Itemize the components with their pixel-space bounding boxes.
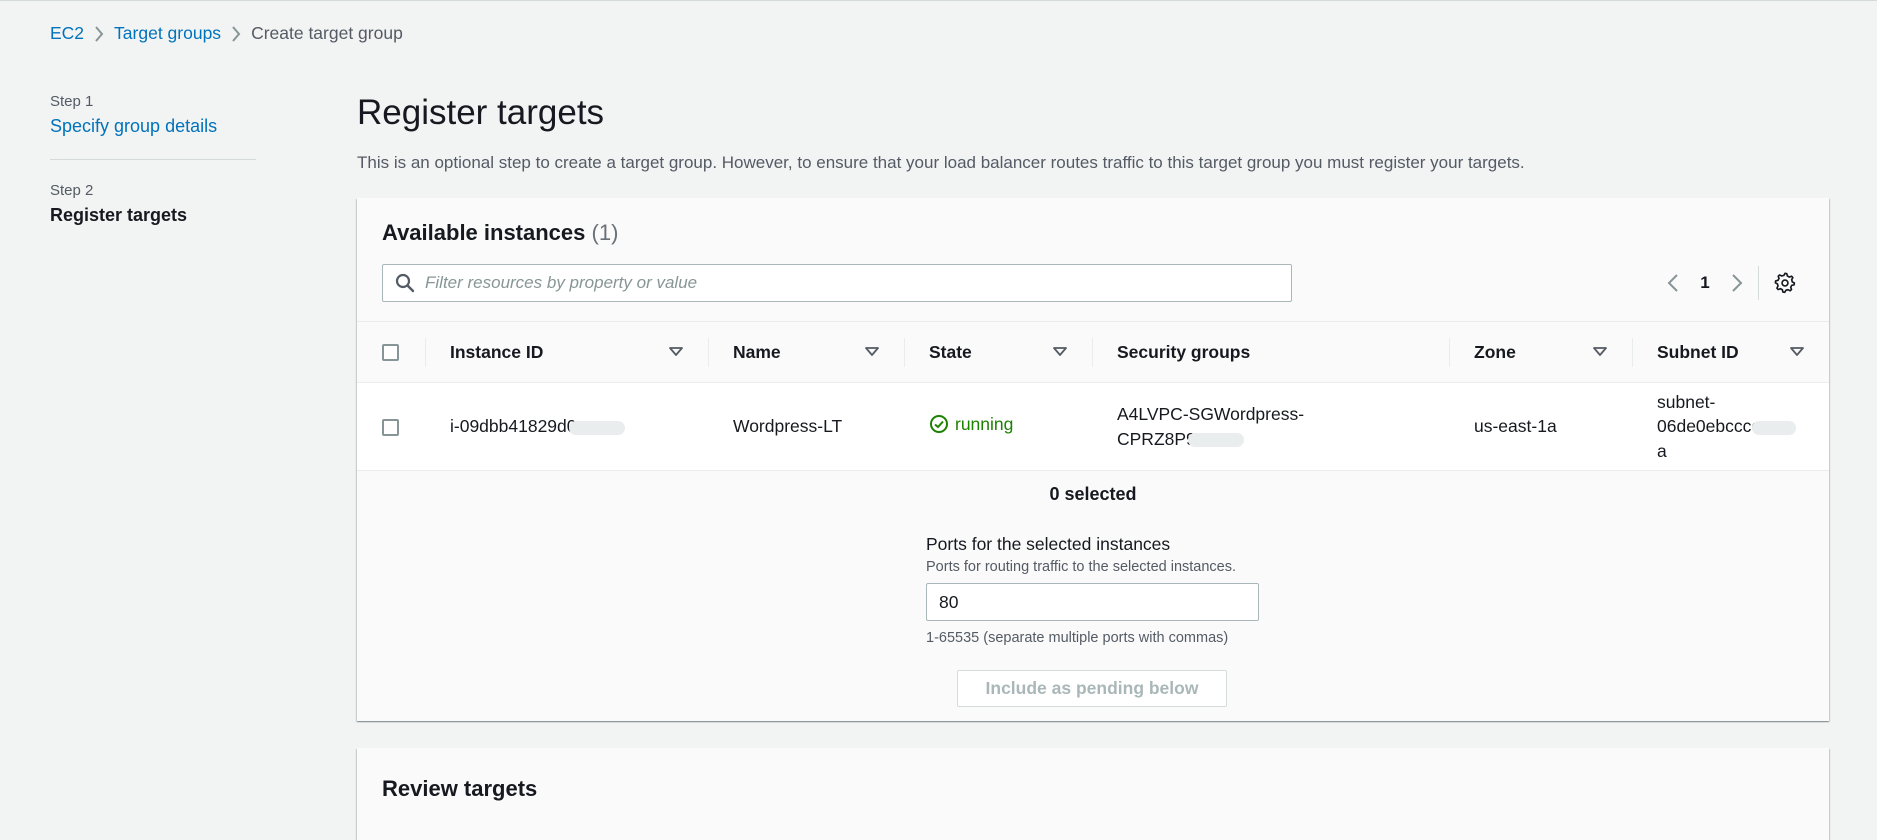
chevron-right-icon — [221, 25, 251, 42]
redacted-mask — [1752, 420, 1797, 435]
row-checkbox[interactable] — [382, 419, 399, 437]
selected-count: 0 selected — [1049, 484, 1137, 504]
available-instances-panel: Available instances (1) 1 — [357, 198, 1829, 721]
step-1-link[interactable]: Specify group details — [50, 116, 256, 137]
breadcrumb-current: Create target group — [251, 23, 403, 43]
security-group-line: A4LVPC-SGWordpress- — [1117, 404, 1305, 424]
cell-zone: us-east-1a — [1449, 382, 1632, 471]
chevron-left-icon[interactable] — [1656, 264, 1690, 302]
filter-row: 1 — [382, 264, 1804, 302]
ports-hint: 1-65535 (separate multiple ports with co… — [926, 630, 1229, 646]
page-title: Register targets — [357, 93, 605, 132]
breadcrumb-target-groups[interactable]: Target groups — [114, 23, 221, 44]
column-state[interactable]: State — [904, 321, 1092, 383]
security-group-line: CPRZ8P9 — [1117, 428, 1196, 449]
review-targets-panel: Review targets — [357, 748, 1829, 840]
cell-subnet-id: subnet- 06de0ebcccc a — [1632, 382, 1829, 471]
column-label: Name — [733, 341, 781, 362]
table-row[interactable]: i-09dbb41829d0 Wordpress-LT running A4LV… — [357, 382, 1829, 471]
check-circle-icon — [930, 415, 948, 434]
available-instances-title: Available instances (1) — [382, 220, 1804, 246]
instances-table: Instance ID Name State Security groups Z… — [357, 321, 1829, 471]
sort-down-icon — [1593, 347, 1607, 356]
current-page[interactable]: 1 — [1690, 273, 1720, 293]
search-icon — [395, 273, 415, 293]
review-targets-title: Review targets — [382, 776, 538, 801]
wizard-steps: Step 1 Specify group details Step 2 Regi… — [50, 93, 256, 226]
select-all-header — [357, 321, 425, 383]
ports-input[interactable] — [926, 583, 1259, 621]
sort-down-icon — [1053, 347, 1067, 356]
cell-name: Wordpress-LT — [708, 382, 904, 471]
cell-instance-id: i-09dbb41829d0 — [425, 382, 708, 471]
step-divider — [50, 159, 256, 160]
column-subnet-id[interactable]: Subnet ID — [1632, 321, 1829, 383]
column-label: Security groups — [1117, 341, 1251, 362]
column-label: Subnet ID — [1657, 341, 1739, 362]
available-instances-heading: Available instances — [382, 220, 586, 245]
column-zone[interactable]: Zone — [1449, 321, 1632, 383]
sort-down-icon — [865, 347, 879, 356]
select-all-checkbox[interactable] — [382, 344, 399, 362]
filter-input[interactable] — [425, 273, 1291, 293]
include-pending-button[interactable]: Include as pending below — [957, 670, 1227, 707]
ports-block: Ports for the selected instances Ports f… — [926, 534, 1266, 646]
subnet-line: 06de0ebcccc — [1657, 416, 1761, 437]
state-text: running — [955, 414, 1014, 435]
chevron-right-icon[interactable] — [1720, 264, 1754, 302]
pagination: 1 — [1656, 264, 1754, 302]
step-2-label: Step 2 — [50, 182, 94, 199]
subnet-line: a — [1657, 440, 1667, 461]
chevron-right-icon — [84, 25, 114, 42]
ports-label: Ports for the selected instances — [926, 534, 1171, 554]
column-instance-id[interactable]: Instance ID — [425, 321, 708, 383]
step-1-label: Step 1 — [50, 93, 94, 110]
column-name[interactable]: Name — [708, 321, 904, 383]
cell-state: running — [904, 382, 1092, 471]
column-label: State — [929, 341, 972, 362]
gear-icon[interactable] — [1766, 264, 1804, 302]
available-instances-count: (1) — [591, 220, 619, 245]
ports-description: Ports for routing traffic to the selecte… — [926, 559, 1237, 575]
subnet-line: subnet- — [1657, 391, 1716, 412]
sort-down-icon — [1790, 347, 1804, 356]
step-2-current: Register targets — [50, 205, 188, 225]
pager-divider — [1758, 266, 1759, 300]
column-label: Zone — [1474, 341, 1516, 362]
sort-down-icon — [669, 347, 683, 356]
breadcrumb: EC2 Target groups Create target group — [50, 23, 403, 44]
redacted-mask — [568, 420, 625, 435]
breadcrumb-ec2[interactable]: EC2 — [50, 23, 84, 44]
cell-security-groups: A4LVPC-SGWordpress- CPRZ8P9 — [1092, 382, 1449, 471]
column-security-groups: Security groups — [1092, 321, 1449, 383]
page-description: This is an optional step to create a tar… — [357, 153, 1525, 172]
state-badge: running — [929, 412, 1013, 437]
instance-id-value: i-09dbb41829d0 — [450, 416, 577, 437]
redacted-mask — [1187, 432, 1244, 447]
column-label: Instance ID — [450, 341, 544, 362]
filter-box — [382, 264, 1292, 302]
